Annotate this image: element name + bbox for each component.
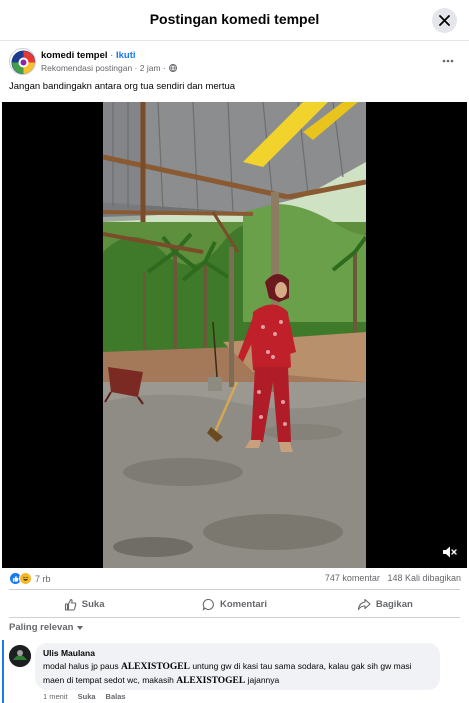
comment-bubble: Ulis Maulana modal halus jp paus ALEXIST…: [35, 643, 440, 690]
reaction-summary[interactable]: 7 rb: [9, 572, 51, 585]
close-button[interactable]: [432, 8, 457, 33]
post-stats: 7 rb 747 komentar 148 Kali dibagikan: [9, 572, 461, 586]
comment-time[interactable]: 1 menit: [43, 692, 68, 701]
mute-icon: [443, 546, 457, 558]
follow-link[interactable]: Ikuti: [116, 50, 136, 61]
share-icon: [357, 598, 371, 610]
author-name[interactable]: komedi tempel: [41, 50, 108, 61]
author-line: komedi tempel · Ikuti: [41, 50, 136, 61]
like-button[interactable]: Suka: [9, 592, 159, 616]
post-caption: Jangan bandingakn antara org tua sendiri…: [9, 81, 236, 92]
comment-like-button[interactable]: Suka: [78, 692, 96, 701]
post-subtitle: Rekomendasi postingan · 2 jam ·: [41, 63, 166, 73]
comment-label: Komentari: [220, 598, 267, 610]
globe-icon: [168, 64, 177, 72]
action-bar: Suka Komentari Bagikan: [9, 592, 460, 616]
share-button[interactable]: Bagikan: [310, 592, 460, 616]
comment-sort-dropdown[interactable]: Paling relevan: [9, 622, 84, 633]
haha-reaction-icon: [19, 572, 32, 585]
focus-indicator: [2, 640, 4, 703]
commenter-name[interactable]: Ulis Maulana: [43, 648, 432, 658]
mute-button[interactable]: [441, 544, 457, 560]
video-frame: [103, 102, 366, 568]
comment-count[interactable]: 747 komentar: [325, 573, 380, 583]
comment-share-counts: 747 komentar 148 Kali dibagikan: [325, 573, 461, 583]
sort-label: Paling relevan: [9, 622, 74, 633]
post-header: komedi tempel · Ikuti Rekomendasi postin…: [9, 48, 459, 78]
reaction-count: 7 rb: [35, 573, 51, 584]
share-label: Bagikan: [375, 598, 413, 610]
chevron-down-icon: [77, 625, 84, 630]
video-player[interactable]: [2, 102, 467, 568]
comment-text-part: jajannya: [245, 675, 280, 685]
comment-meta: 1 menit Suka Balas: [43, 692, 126, 701]
post-subtitle-row: Rekomendasi postingan · 2 jam ·: [41, 63, 177, 73]
more-icon: [442, 59, 454, 63]
author-separator: ·: [110, 50, 114, 61]
stats-divider: [9, 589, 460, 590]
page-avatar[interactable]: [9, 48, 36, 75]
comment-text-part: modal halus jp paus: [43, 661, 121, 671]
thumb-icon: [64, 598, 77, 611]
dialog-header: Postingan komedi tempel: [0, 0, 469, 41]
comment-button[interactable]: Komentari: [159, 592, 309, 616]
comment-brand: ALEXISTOGEL: [120, 662, 190, 672]
comment-reply-button[interactable]: Balas: [106, 692, 126, 701]
like-label: Suka: [81, 598, 105, 610]
comment-text: modal halus jp paus ALEXISTOGEL untung g…: [43, 660, 432, 688]
comment-brand: ALEXISTOGEL: [176, 676, 246, 686]
share-count[interactable]: 148 Kali dibagikan: [387, 573, 461, 583]
actions-divider: [9, 617, 460, 618]
more-options-button[interactable]: [439, 52, 457, 70]
close-icon: [439, 15, 450, 26]
comment-icon: [202, 598, 214, 611]
dialog-title: Postingan komedi tempel: [149, 11, 320, 27]
commenter-avatar[interactable]: [9, 645, 31, 667]
